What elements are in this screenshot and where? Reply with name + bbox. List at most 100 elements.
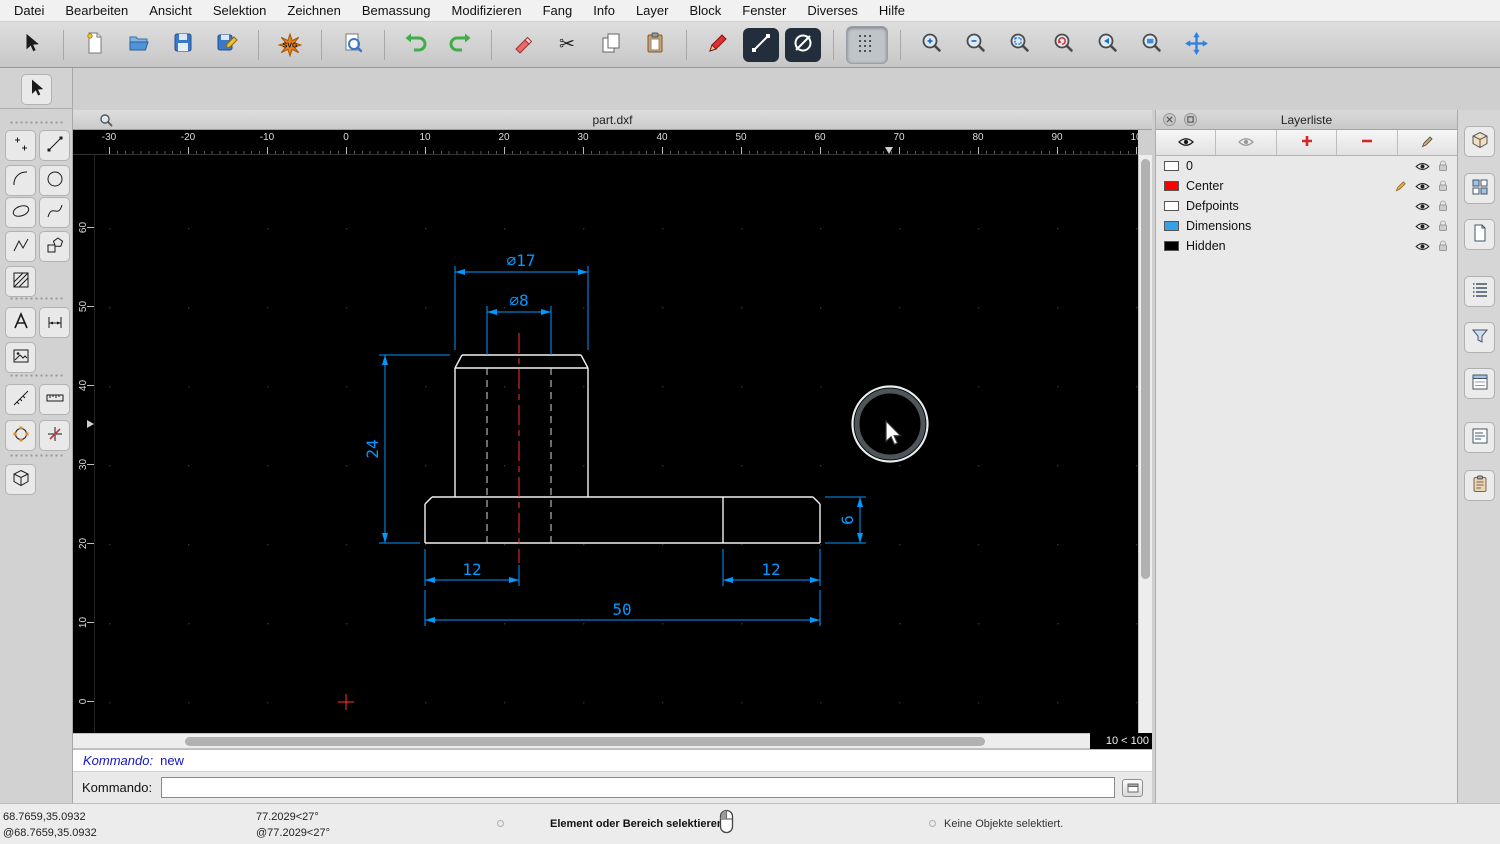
grid-toggle-button[interactable] (846, 26, 888, 64)
palette-drag-handle[interactable] (9, 453, 63, 459)
layer-row[interactable]: Center (1156, 176, 1457, 196)
layer-color-swatch[interactable] (1164, 181, 1179, 191)
modify-tool-button[interactable] (5, 420, 36, 451)
vertical-scrollbar[interactable] (1138, 155, 1152, 733)
horizontal-scrollbar[interactable] (73, 733, 1090, 749)
layer-color-swatch[interactable] (1164, 221, 1179, 231)
pan-button[interactable] (1177, 27, 1215, 63)
menu-item[interactable]: Layer (636, 3, 669, 18)
filter-panel-button[interactable] (1464, 322, 1495, 353)
zoom-previous-button[interactable] (1089, 27, 1127, 63)
horizontal-scrollbar-thumb[interactable] (185, 737, 985, 746)
ellipse-tool-button[interactable] (5, 197, 36, 228)
circle-tool-button[interactable] (39, 165, 70, 196)
layer-visibility-eye-icon[interactable] (1415, 162, 1430, 171)
layer-lock-icon[interactable] (1438, 180, 1448, 192)
save-as-button[interactable] (208, 27, 246, 63)
text-tool-button[interactable] (5, 307, 36, 338)
command-history-panel-button[interactable] (1464, 422, 1495, 453)
arc-tool-button[interactable] (5, 165, 36, 196)
measure-tool-button[interactable] (5, 384, 36, 415)
show-all-layers-button[interactable] (1156, 130, 1216, 155)
snap-tool-button[interactable] (39, 420, 70, 451)
vertical-scrollbar-thumb[interactable] (1141, 159, 1150, 579)
print-preview-button[interactable] (334, 27, 372, 63)
layer-color-swatch[interactable] (1164, 161, 1179, 171)
paste-button[interactable] (636, 27, 674, 63)
menu-item[interactable]: Zeichnen (287, 3, 340, 18)
library-browser-button[interactable] (1464, 173, 1495, 204)
menu-item[interactable]: Diverses (807, 3, 858, 18)
image-tool-button[interactable] (5, 342, 36, 373)
layer-list-panel-button[interactable] (1464, 276, 1495, 307)
dimension-tool-button[interactable] (39, 307, 70, 338)
menu-item[interactable]: Bemassung (362, 3, 431, 18)
property-editor-button[interactable] (1464, 368, 1495, 399)
edit-layer-button[interactable] (1398, 130, 1457, 155)
hide-all-layers-button[interactable] (1216, 130, 1276, 155)
panel-float-button[interactable] (1184, 113, 1197, 126)
line-attributes-button[interactable] (743, 28, 779, 62)
menu-item[interactable]: Modifizieren (452, 3, 522, 18)
menu-item[interactable]: Block (689, 3, 721, 18)
menu-item[interactable]: Bearbeiten (65, 3, 128, 18)
layer-visibility-eye-icon[interactable] (1415, 202, 1430, 211)
menu-item[interactable]: Datei (14, 3, 44, 18)
menu-item[interactable]: Selektion (213, 3, 266, 18)
palette-drag-handle[interactable] (9, 120, 63, 126)
drawing-canvas[interactable]: ⌀17 ⌀8 24 6 12 12 50 (95, 155, 1138, 733)
menu-item[interactable]: Hilfe (879, 3, 905, 18)
layer-visibility-eye-icon[interactable] (1415, 182, 1430, 191)
points-tool-button[interactable] (5, 130, 36, 161)
layer-color-swatch[interactable] (1164, 201, 1179, 211)
clipboard-panel-button[interactable] (1464, 470, 1495, 501)
hatch-tool-button[interactable] (5, 266, 36, 297)
menu-item[interactable]: Fenster (742, 3, 786, 18)
undo-button[interactable] (397, 27, 435, 63)
palette-drag-handle[interactable] (9, 296, 63, 302)
select-tool-button[interactable] (13, 27, 51, 63)
copy-button[interactable] (592, 27, 630, 63)
zoom-in-button[interactable] (913, 27, 951, 63)
layer-color-swatch[interactable] (1164, 241, 1179, 251)
zoom-redraw-button[interactable] (1045, 27, 1083, 63)
circle-attributes-button[interactable] (785, 28, 821, 62)
ruler-tool-button[interactable] (39, 384, 70, 415)
svg-export-button[interactable]: SVG (271, 27, 309, 63)
pen-attributes-button[interactable] (699, 27, 737, 63)
view-3d-panel-button[interactable] (1464, 126, 1495, 157)
layer-lock-icon[interactable] (1438, 220, 1448, 232)
zoom-out-button[interactable] (957, 27, 995, 63)
layer-lock-icon[interactable] (1438, 240, 1448, 252)
spline-tool-button[interactable] (39, 197, 70, 228)
open-file-button[interactable] (120, 27, 158, 63)
add-layer-button[interactable] (1277, 130, 1337, 155)
menu-item[interactable]: Ansicht (149, 3, 192, 18)
document-titlebar[interactable]: part.dxf (73, 110, 1152, 130)
layer-visibility-eye-icon[interactable] (1415, 242, 1430, 251)
layer-visibility-eye-icon[interactable] (1415, 222, 1430, 231)
save-file-button[interactable] (164, 27, 202, 63)
layer-lock-icon[interactable] (1438, 160, 1448, 172)
palette-drag-handle[interactable] (9, 373, 63, 379)
command-options-button[interactable] (1122, 779, 1143, 797)
remove-layer-button[interactable] (1337, 130, 1397, 155)
layer-row[interactable]: Hidden (1156, 236, 1457, 256)
panel-close-button[interactable] (1163, 113, 1176, 126)
zoom-auto-button[interactable] (1001, 27, 1039, 63)
cut-button[interactable]: ✂ (548, 27, 586, 63)
solid-tool-button[interactable] (5, 464, 36, 495)
menu-item[interactable]: Fang (543, 3, 573, 18)
layer-lock-icon[interactable] (1438, 200, 1448, 212)
layer-edit-pen-icon[interactable] (1395, 180, 1407, 192)
polyline-tool-button[interactable] (5, 231, 36, 262)
line-tool-button[interactable] (39, 130, 70, 161)
polygon-tool-button[interactable] (39, 231, 70, 262)
new-file-button[interactable] (76, 27, 114, 63)
palette-select-tool-button[interactable] (21, 74, 52, 105)
layer-row[interactable]: 0 (1156, 156, 1457, 176)
delete-button[interactable] (504, 27, 542, 63)
layer-row[interactable]: Defpoints (1156, 196, 1457, 216)
sheets-panel-button[interactable] (1464, 219, 1495, 250)
zoom-window-button[interactable] (1133, 27, 1171, 63)
